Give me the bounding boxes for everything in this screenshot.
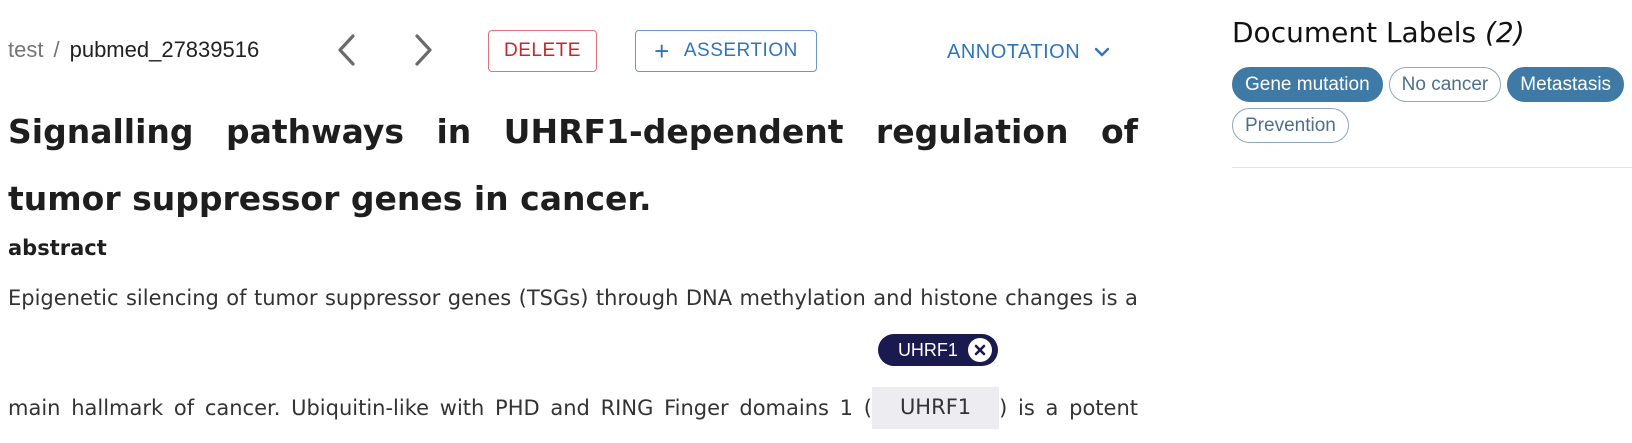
entity-highlight[interactable]: UHRF1 — [871, 387, 1000, 429]
label-chip-list: Gene mutation No cancer Metastasis Preventi… — [1232, 67, 1632, 143]
abstract-word[interactable]: domains — [739, 396, 829, 420]
abstract-line: Epigenetic silencing of tumor suppressor gene… — [8, 286, 1138, 310]
labels-title-text: Document Labels — [1232, 16, 1477, 49]
abstract-word[interactable]: potent — [1069, 396, 1138, 420]
abstract-word[interactable]: hallmark — [71, 396, 163, 420]
abstract-word[interactable]: changes — [1005, 286, 1093, 310]
abstract-word[interactable]: ) — [999, 396, 1007, 420]
chevron-right-icon — [415, 34, 432, 66]
breadcrumb-project[interactable]: test — [8, 37, 43, 62]
abstract-word[interactable]: suppressor — [325, 286, 440, 310]
label-chip[interactable]: Prevention — [1232, 108, 1349, 143]
abstract-word[interactable]: with — [440, 396, 485, 420]
remove-entity-icon[interactable] — [967, 338, 992, 362]
entity-annotation[interactable]: UHRF1 UHRF1 — [871, 334, 1000, 429]
chevron-down-icon — [1094, 47, 1110, 57]
entity-label-chip[interactable]: UHRF1 — [877, 334, 998, 366]
labels-count: (2) — [1485, 16, 1525, 49]
section-heading: abstract — [8, 236, 107, 260]
abstract-word[interactable]: 1 — [840, 396, 853, 420]
assertion-label: ASSERTION — [683, 40, 798, 61]
abstract-word[interactable]: genes — [448, 286, 511, 310]
abstract-word[interactable]: of — [174, 396, 194, 420]
abstract-word[interactable]: Finger — [664, 396, 729, 420]
abstract-word[interactable]: a — [1046, 396, 1059, 420]
previous-document-button[interactable] — [326, 30, 366, 70]
abstract-word[interactable]: cancer. — [205, 396, 281, 420]
breadcrumb-separator: / — [53, 37, 60, 62]
abstract-word[interactable]: (TSGs) — [519, 286, 589, 310]
chevron-left-icon — [338, 34, 355, 66]
delete-button[interactable]: DELETE — [488, 30, 597, 72]
abstract-word[interactable]: through — [596, 286, 679, 310]
next-document-button[interactable] — [404, 30, 444, 70]
annotation-label: ANNOTATION — [947, 40, 1081, 63]
abstract-word[interactable]: is — [1018, 396, 1035, 420]
abstract-word[interactable]: silencing — [126, 286, 219, 310]
annotation-page: test / pubmed_27839516 DELETE + ASSERTION … — [0, 0, 1632, 443]
abstract-word[interactable]: and — [873, 286, 913, 310]
abstract-word[interactable]: of — [226, 286, 246, 310]
add-assertion-button[interactable]: + ASSERTION — [635, 30, 817, 72]
breadcrumb-document: pubmed_27839516 — [69, 37, 260, 62]
abstract-word[interactable]: Epigenetic — [8, 286, 119, 310]
abstract-word[interactable]: is — [1101, 286, 1118, 310]
abstract-word[interactable]: main — [8, 396, 60, 420]
abstract-word[interactable]: DNA — [686, 286, 732, 310]
label-chip[interactable]: Metastasis — [1507, 67, 1625, 102]
abstract-word[interactable]: tumor — [254, 286, 317, 310]
abstract-word[interactable]: PHD — [495, 396, 540, 420]
plus-icon: + — [654, 36, 670, 66]
abstract-word[interactable]: ( — [864, 396, 872, 420]
abstract-word[interactable]: and — [550, 396, 590, 420]
annotation-dropdown[interactable]: ANNOTATION — [947, 36, 1110, 68]
abstract-word[interactable]: RING — [601, 396, 654, 420]
labels-title: Document Labels (2) — [1232, 16, 1525, 49]
abstract-line: main hallmark of cancer. Ubiquitin-like with P… — [8, 334, 1138, 432]
divider — [1232, 167, 1632, 168]
entity-label-text: UHRF1 — [897, 339, 958, 360]
document-title: Signalling pathways in UHRF1-dependent r… — [8, 112, 1138, 218]
entity-group: (UHRF1 UHRF1) — [864, 334, 1007, 429]
breadcrumb: test / pubmed_27839516 — [8, 36, 259, 64]
abstract-word[interactable]: histone — [920, 286, 997, 310]
abstract-word[interactable]: Ubiquitin-like — [291, 396, 429, 420]
abstract-word[interactable]: methylation — [740, 286, 866, 310]
abstract-word[interactable]: a — [1125, 286, 1138, 310]
label-chip[interactable]: Gene mutation — [1232, 67, 1383, 102]
label-chip[interactable]: No cancer — [1388, 67, 1502, 102]
document-labels-panel: Document Labels (2) Gene mutation No canc… — [1230, 0, 1632, 443]
